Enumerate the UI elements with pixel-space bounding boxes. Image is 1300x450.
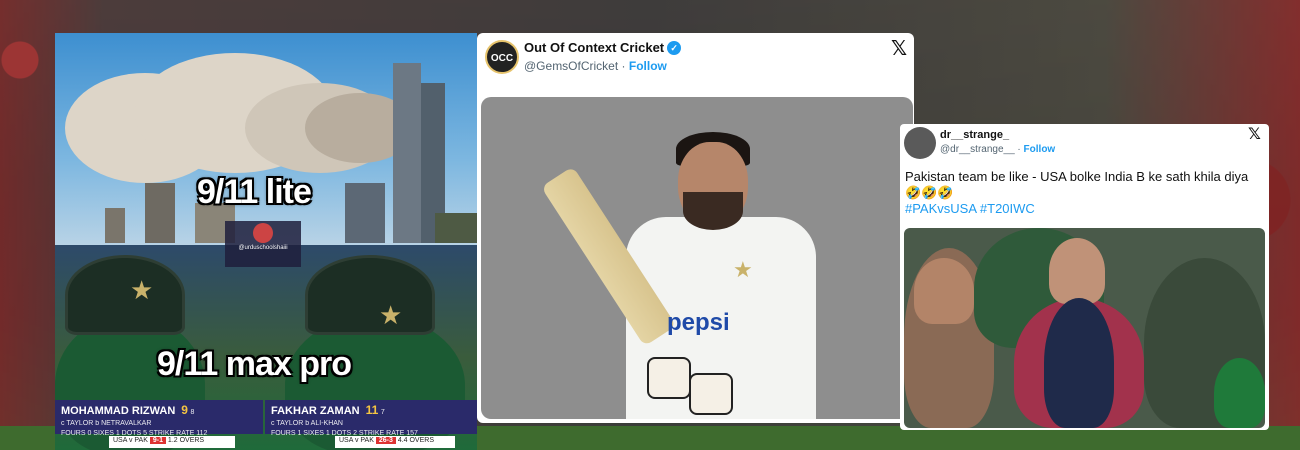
- hashtags[interactable]: #PAKvsUSA #T20IWC: [905, 201, 1035, 216]
- tweet-photo[interactable]: pepsi ★: [481, 97, 913, 419]
- star-icon: ★: [130, 275, 154, 305]
- tweet-card-secondary[interactable]: dr__strange_ @dr__strange__ · Follow 𝕏 P…: [900, 124, 1269, 430]
- avatar[interactable]: OCC: [485, 40, 519, 74]
- caption-bottom: 9/11 max pro: [157, 345, 352, 383]
- twin-towers-scene: [55, 33, 477, 245]
- tweet-card-main[interactable]: OCC Out Of Context Cricket ✓ @GemsOfCrick…: [477, 33, 914, 423]
- tweet-author-handle: @dr__strange__ · Follow: [940, 144, 1056, 155]
- tweet-author-name[interactable]: dr__strange_: [940, 129, 1009, 141]
- star-icon: ★: [733, 257, 753, 282]
- verified-badge-icon: ✓: [667, 41, 682, 55]
- match-score-right: USA v PAK 26-3 4.4 OVERS: [335, 436, 455, 448]
- tweet-author-name[interactable]: Out Of Context Cricket ✓: [524, 40, 682, 55]
- follow-button[interactable]: Follow: [1024, 144, 1056, 155]
- scorecard-left: MOHAMMAD RIZWAN 9 8 c TAYLOR b NETRAVALKA…: [55, 400, 263, 437]
- x-logo-icon[interactable]: 𝕏: [891, 36, 907, 60]
- match-score-left: USA v PAK 9-1 1.2 OVERS: [109, 436, 235, 448]
- tweet-photo[interactable]: [904, 228, 1265, 428]
- avatar[interactable]: [904, 127, 936, 159]
- x-logo-icon[interactable]: 𝕏: [1248, 124, 1261, 143]
- star-icon: ★: [379, 300, 403, 330]
- avatar: [253, 223, 273, 243]
- caption-top: 9/11 lite: [197, 173, 312, 211]
- glove: [647, 357, 691, 399]
- tweet-author-handle: @GemsOfCricket · Follow: [524, 59, 667, 73]
- meme-image: 9/11 lite ★ ★ 9/11 max pro @urduschoolsh…: [55, 33, 477, 450]
- scorecard-right: FAKHAR ZAMAN 11 7 c TAYLOR b ALI-KHAN FOU…: [265, 400, 477, 437]
- sponsor-logo: pepsi: [667, 309, 730, 336]
- glove: [689, 373, 733, 415]
- follow-button[interactable]: Follow: [629, 59, 667, 73]
- tweet-text: Pakistan team be like - USA bolke India …: [905, 169, 1249, 216]
- watermark: @urduschoolshaiii: [225, 221, 301, 267]
